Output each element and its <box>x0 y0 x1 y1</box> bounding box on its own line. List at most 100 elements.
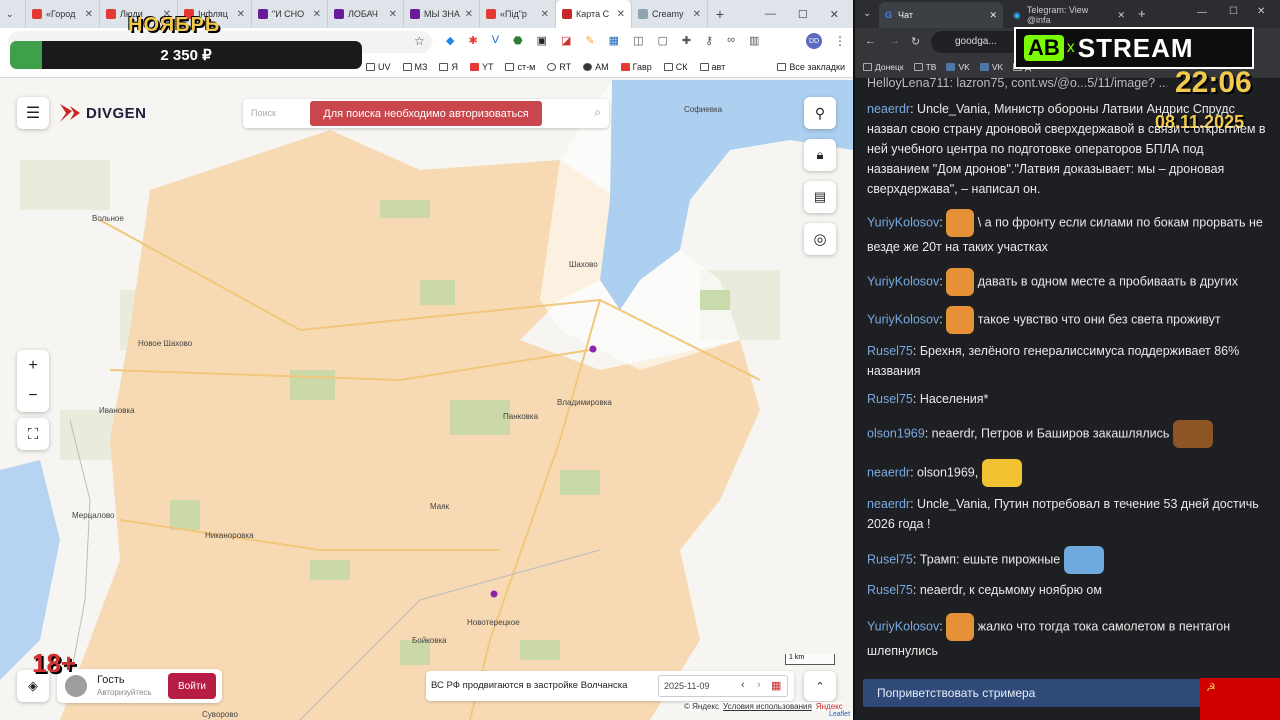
extension-icon[interactable]: ⬣ <box>513 34 523 47</box>
map-canvas[interactable]: Софиевка Вольное Шахово Новое Шахово Ива… <box>0 80 853 720</box>
extension-icon[interactable]: ◪ <box>561 34 571 47</box>
browser-tab[interactable]: ЛОБАЧ ✕ <box>328 0 404 28</box>
terms-link[interactable]: Условия использования <box>723 702 812 711</box>
close-icon[interactable]: ✕ <box>989 10 997 21</box>
date-field[interactable]: 2025-11-09 ‹ › ▦ <box>658 675 788 697</box>
close-icon[interactable]: ✕ <box>541 9 549 20</box>
link-icon[interactable]: ∞ <box>727 34 735 47</box>
calendar-icon[interactable]: ▦ <box>771 679 781 692</box>
search-icon[interactable]: ⌕ <box>594 105 601 120</box>
fullscreen-button[interactable]: ⛶ <box>17 418 49 450</box>
password-key-icon[interactable]: ⚷ <box>705 34 713 47</box>
target-icon: ◎ <box>813 231 827 248</box>
sidepanel-icon[interactable]: ▥ <box>749 34 759 47</box>
stream-logo: AB x STREAM <box>1014 27 1254 69</box>
chat-username[interactable]: YuriyKolosov <box>867 215 939 229</box>
maximize-icon[interactable]: ☐ <box>798 8 808 21</box>
lock-button[interactable]: 🔒︎ <box>804 139 836 171</box>
reload-icon[interactable]: ↻ <box>911 35 920 48</box>
radar-button[interactable]: ◎ <box>804 223 836 255</box>
chat-username[interactable]: YuriyKolosov <box>867 312 939 326</box>
chat-username[interactable]: olson1969 <box>867 426 925 440</box>
minimize-icon[interactable]: — <box>1197 7 1207 18</box>
location-button[interactable]: ⚲ <box>804 97 836 129</box>
browser-tab-active[interactable]: G Чат ✕ <box>879 2 1003 28</box>
chat-username[interactable]: Rusel75 <box>867 552 913 566</box>
extension-icon[interactable]: ▣ <box>537 34 547 47</box>
profile-avatar[interactable]: DD <box>806 33 822 49</box>
forward-icon[interactable]: → <box>889 35 900 47</box>
chat-username[interactable]: neaerdr <box>867 497 910 511</box>
close-icon[interactable]: ✕ <box>465 9 473 20</box>
map-search-box[interactable]: Поиск ⌕ Для поиска необходимо авторизова… <box>243 99 609 128</box>
bookmark-item[interactable]: МЗ <box>402 62 427 72</box>
bookmark-item[interactable]: RT <box>547 62 571 72</box>
chevron-down-icon[interactable]: ⌄ <box>863 8 871 19</box>
puzzle-icon[interactable]: ✚ <box>682 34 691 47</box>
back-icon[interactable]: ← <box>865 35 876 47</box>
zoom-out-button[interactable]: − <box>28 381 37 411</box>
close-icon[interactable]: ✕ <box>693 9 701 20</box>
close-icon[interactable]: ✕ <box>1117 10 1125 21</box>
extension-icon[interactable]: ▢ <box>657 34 667 47</box>
bookmark-item[interactable]: Донецк <box>863 62 904 72</box>
zoom-in-button[interactable]: + <box>28 351 37 381</box>
bookmark-item[interactable]: Гавр <box>620 62 652 72</box>
minimize-icon[interactable]: — <box>765 8 776 21</box>
close-icon[interactable]: ✕ <box>313 9 321 20</box>
browser-tab[interactable]: «Під"р ✕ <box>480 0 556 28</box>
menu-button[interactable]: ☰ <box>17 97 49 129</box>
bookmark-item[interactable]: ст-м <box>505 62 535 72</box>
youtube-favicon-icon <box>486 9 496 19</box>
close-window-icon[interactable]: ✕ <box>830 8 839 21</box>
bookmark-star-icon[interactable]: ☆ <box>414 34 425 48</box>
close-icon[interactable]: ✕ <box>85 9 93 20</box>
extension-icon[interactable]: ▦ <box>609 34 619 47</box>
browser-tab[interactable]: МЫ ЗНА ✕ <box>404 0 480 28</box>
bookmark-item[interactable]: ТВ <box>913 62 936 72</box>
bookmark-item[interactable]: СК <box>663 62 688 72</box>
bookmark-item[interactable]: UV <box>366 62 391 72</box>
extension-icon[interactable]: ✎ <box>585 34 594 47</box>
close-icon[interactable]: ✕ <box>617 9 625 20</box>
browser-tab-active[interactable]: Карта С ✕ <box>556 0 632 28</box>
chat-username[interactable]: YuriyKolosov <box>867 274 939 288</box>
chat-username[interactable]: Rusel75 <box>867 583 913 597</box>
close-icon[interactable]: ✕ <box>237 9 245 20</box>
bookmark-item[interactable]: Я <box>439 62 458 72</box>
new-tab-button[interactable]: + <box>708 6 732 22</box>
chat-username[interactable]: neaerdr <box>867 102 910 116</box>
leaflet-link[interactable]: Leaflet <box>829 711 850 718</box>
bookmark-item[interactable]: VK <box>946 62 970 72</box>
bookmark-item[interactable]: VK <box>979 62 1003 72</box>
browser-tab[interactable]: ◉ Telegram: View @infa ✕ <box>1007 2 1131 28</box>
maximize-icon[interactable]: ☐ <box>1229 6 1238 17</box>
extension-icon[interactable]: ◫ <box>633 34 643 47</box>
browser-tab[interactable]: «Город ✕ <box>26 0 100 28</box>
tab-search-button[interactable]: ⌄ <box>0 0 26 28</box>
extension-icon[interactable]: V <box>492 34 499 47</box>
extension-icon[interactable]: ✱ <box>468 34 477 47</box>
chevron-right-icon[interactable]: › <box>757 679 761 691</box>
chat-username[interactable]: Rusel75 <box>867 344 913 358</box>
chat-username[interactable]: YuriyKolosov <box>867 619 939 633</box>
ruler-button[interactable]: ▤ <box>804 181 836 213</box>
all-bookmarks[interactable]: Все закладки <box>777 62 853 72</box>
close-icon[interactable]: ✕ <box>389 9 397 20</box>
browser-tab[interactable]: "И СНО ✕ <box>252 0 328 28</box>
youtube-favicon-icon <box>32 9 42 19</box>
bookmark-item[interactable]: YT <box>469 62 493 72</box>
tab-strip: ⌄ G Чат ✕ ◉ Telegram: View @infa ✕ + — ☐ ✕ <box>855 0 1280 28</box>
extension-icon[interactable]: ◆ <box>446 34 454 47</box>
browser-tab[interactable]: Creamy ✕ <box>632 0 708 28</box>
menu-kebab-icon[interactable]: ⋮ <box>834 34 846 48</box>
bookmark-item[interactable]: АМ <box>583 62 609 72</box>
chat-username[interactable]: Rusel75 <box>867 392 913 406</box>
login-button[interactable]: Войти <box>168 673 216 699</box>
close-window-icon[interactable]: ✕ <box>1257 6 1265 17</box>
chevron-left-icon[interactable]: ‹ <box>741 679 745 691</box>
new-tab-button[interactable]: + <box>1138 6 1146 21</box>
bookmark-item[interactable]: авт <box>699 62 725 72</box>
chat-username[interactable]: neaerdr <box>867 465 910 479</box>
expand-events-button[interactable]: ⌃ <box>804 671 836 701</box>
